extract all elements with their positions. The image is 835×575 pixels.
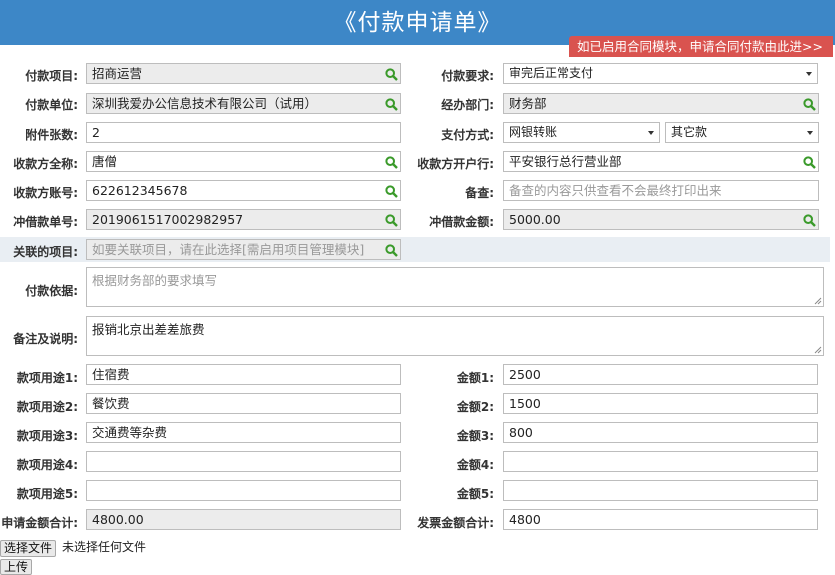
payee-bank-label: 收款方开户行: <box>417 157 494 171</box>
item-amount-input-2[interactable]: 1500 <box>503 393 818 414</box>
payee-name-label: 收款方全称: <box>13 157 78 171</box>
apply-total-field: 4800.00 <box>86 509 401 530</box>
payee-account-field[interactable]: 622612345678 <box>86 180 401 201</box>
requirement-label: 付款要求: <box>441 69 494 83</box>
search-icon[interactable] <box>385 98 398 111</box>
pay-method-select[interactable]: 网银转账 <box>503 122 660 143</box>
attachments-input[interactable]: 2 <box>86 122 401 143</box>
item-use-label-5: 款项用途5: <box>16 487 78 501</box>
payee-name-field[interactable]: 唐僧 <box>86 151 401 172</box>
item-use-input-3[interactable]: 交通费等杂费 <box>86 422 401 443</box>
loan-no-field[interactable]: 2019061517002982957 <box>86 209 401 230</box>
apply-total-label: 申请金额合计: <box>1 516 78 530</box>
related-project-label: 关联的项目: <box>13 245 78 259</box>
resize-grip-icon[interactable] <box>814 297 822 305</box>
search-icon[interactable] <box>803 98 816 111</box>
dept-field[interactable]: 财务部 <box>503 93 819 114</box>
invoice-total-label: 发票金额合计: <box>417 516 494 530</box>
item-amount-label-2: 金额2: <box>456 400 494 414</box>
chevron-down-icon <box>807 131 813 135</box>
upload-button-bottom[interactable]: 上传 <box>0 559 33 575</box>
item-amount-label-3: 金额3: <box>456 429 494 443</box>
notes-textarea[interactable]: 报销北京出差差旅费 <box>86 316 824 356</box>
search-icon[interactable] <box>385 185 398 198</box>
item-use-label-1: 款项用途1: <box>16 371 78 385</box>
page-title: 《付款申请单》 <box>333 10 502 36</box>
attachments-label: 附件张数: <box>25 128 78 142</box>
unit-label: 付款单位: <box>25 98 78 112</box>
item-use-input-2[interactable]: 餐饮费 <box>86 393 401 414</box>
notes-label: 备注及说明: <box>13 332 78 346</box>
search-icon[interactable] <box>385 156 398 169</box>
loan-no-label: 冲借款单号: <box>13 215 78 229</box>
item-amount-label-5: 金额5: <box>456 487 494 501</box>
remark-check-input[interactable]: 备查的内容只供查看不会最终打印出来 <box>503 180 819 201</box>
item-use-input-4[interactable] <box>86 451 401 472</box>
contract-payment-link[interactable]: 如已启用合同模块，申请合同付款由此进>> <box>569 36 833 57</box>
invoice-total-input[interactable]: 4800 <box>503 509 818 530</box>
remark-check-label: 备查: <box>465 186 494 200</box>
search-icon[interactable] <box>803 156 816 169</box>
chevron-down-icon <box>806 72 812 76</box>
pay-method-label: 支付方式: <box>441 128 494 142</box>
resize-grip-icon[interactable] <box>814 346 822 354</box>
item-amount-input-4[interactable] <box>503 451 818 472</box>
item-amount-input-1[interactable]: 2500 <box>503 364 818 385</box>
file-status: 未选择任何文件 <box>62 540 147 554</box>
item-use-input-5[interactable] <box>86 480 401 501</box>
unit-field[interactable]: 深圳我爱办公信息技术有限公司（试用） <box>86 93 401 114</box>
loan-amount-label: 冲借款金额: <box>429 215 494 229</box>
chevron-down-icon <box>648 131 654 135</box>
item-amount-label-4: 金额4: <box>456 458 494 472</box>
payee-account-label: 收款方账号: <box>13 186 78 200</box>
related-project-field[interactable]: 如要关联项目，请在此选择[需启用项目管理模块] <box>86 239 401 260</box>
item-amount-label-1: 金额1: <box>456 371 494 385</box>
basis-label: 付款依据: <box>25 284 78 298</box>
basis-textarea[interactable]: 根据财务部的要求填写 <box>86 267 824 307</box>
payee-bank-field[interactable]: 平安银行总行营业部 <box>503 151 819 172</box>
project-field[interactable]: 招商运营 <box>86 63 401 84</box>
item-use-label-2: 款项用途2: <box>16 400 78 414</box>
pay-type-select[interactable]: 其它款 <box>665 122 819 143</box>
item-amount-input-3[interactable]: 800 <box>503 422 818 443</box>
search-icon[interactable] <box>385 214 398 227</box>
search-icon[interactable] <box>385 244 398 257</box>
search-icon[interactable] <box>803 214 816 227</box>
project-label: 付款项目: <box>25 69 78 83</box>
loan-amount-field[interactable]: 5000.00 <box>503 209 819 230</box>
item-use-label-4: 款项用途4: <box>16 458 78 472</box>
search-icon[interactable] <box>385 68 398 81</box>
item-use-input-1[interactable]: 住宿费 <box>86 364 401 385</box>
requirement-select[interactable]: 审完后正常支付 <box>503 63 818 84</box>
item-amount-input-5[interactable] <box>503 480 818 501</box>
choose-file-button[interactable]: 选择文件 <box>0 540 57 557</box>
dept-label: 经办部门: <box>441 98 494 112</box>
item-use-label-3: 款项用途3: <box>16 429 78 443</box>
